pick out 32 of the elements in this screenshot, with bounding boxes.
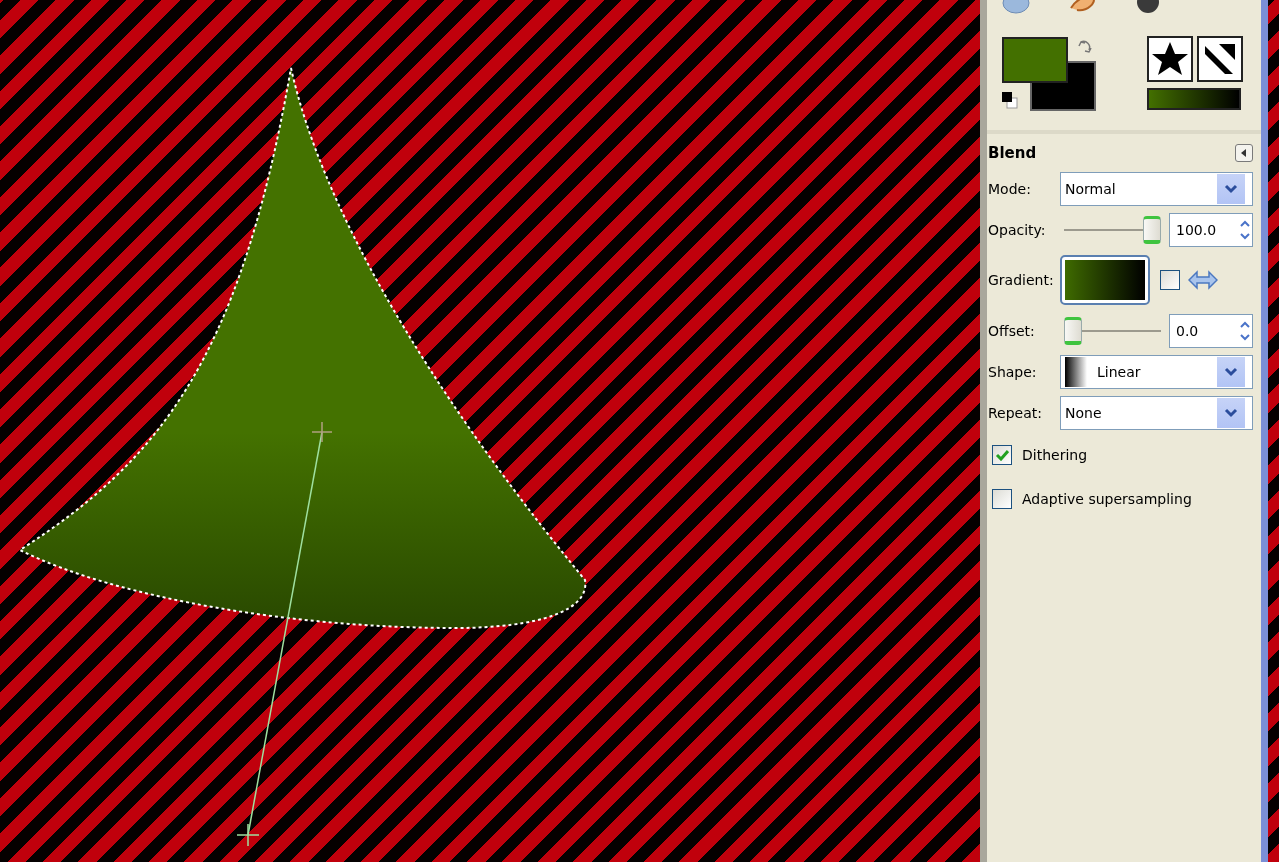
number-field[interactable]: 0.0: [1169, 313, 1253, 348]
repeat-label: Repeat:: [987, 404, 1043, 421]
gradient-line[interactable]: [236, 421, 333, 847]
shape-dropdown[interactable]: Linear: [1060, 354, 1253, 389]
caret-icon: [1224, 407, 1238, 418]
pattern-icon[interactable]: [1197, 36, 1243, 82]
checkbox[interactable]: [992, 489, 1012, 509]
slider-handle[interactable]: [1143, 215, 1161, 244]
checkbox-label: Adaptive supersampling: [1022, 491, 1192, 507]
star-brush-icon[interactable]: [1147, 36, 1193, 82]
slider-handle[interactable]: [1064, 316, 1082, 345]
caret-icon: [1224, 366, 1238, 377]
triangle-icon: [1240, 149, 1248, 157]
caret-icon: [1224, 183, 1238, 194]
repeat-dropdown[interactable]: None: [1060, 395, 1253, 430]
reverse-checkbox[interactable]: [1160, 270, 1180, 290]
number-field[interactable]: 100.0: [1169, 212, 1253, 247]
opacity-label: Opacity:: [987, 221, 1047, 238]
gradient-preview[interactable]: [1147, 88, 1241, 110]
gradient-selector[interactable]: [1060, 255, 1150, 305]
shape-label: Shape:: [987, 363, 1038, 380]
color-swatches[interactable]: [1001, 36, 1097, 112]
offset-label: Offset:: [987, 322, 1036, 339]
swap-arrows-icon: [1188, 270, 1218, 290]
collapse-button[interactable]: [1235, 144, 1253, 162]
checkbox-label: Dithering: [1022, 447, 1088, 463]
tool-title: Blend: [988, 144, 1037, 162]
check-icon: [995, 449, 1009, 461]
mode-label: Mode:: [987, 180, 1032, 197]
mode-dropdown[interactable]: Normal: [1060, 171, 1253, 206]
gradient-label: Gradient:: [987, 272, 1055, 288]
checkbox[interactable]: [992, 445, 1012, 465]
